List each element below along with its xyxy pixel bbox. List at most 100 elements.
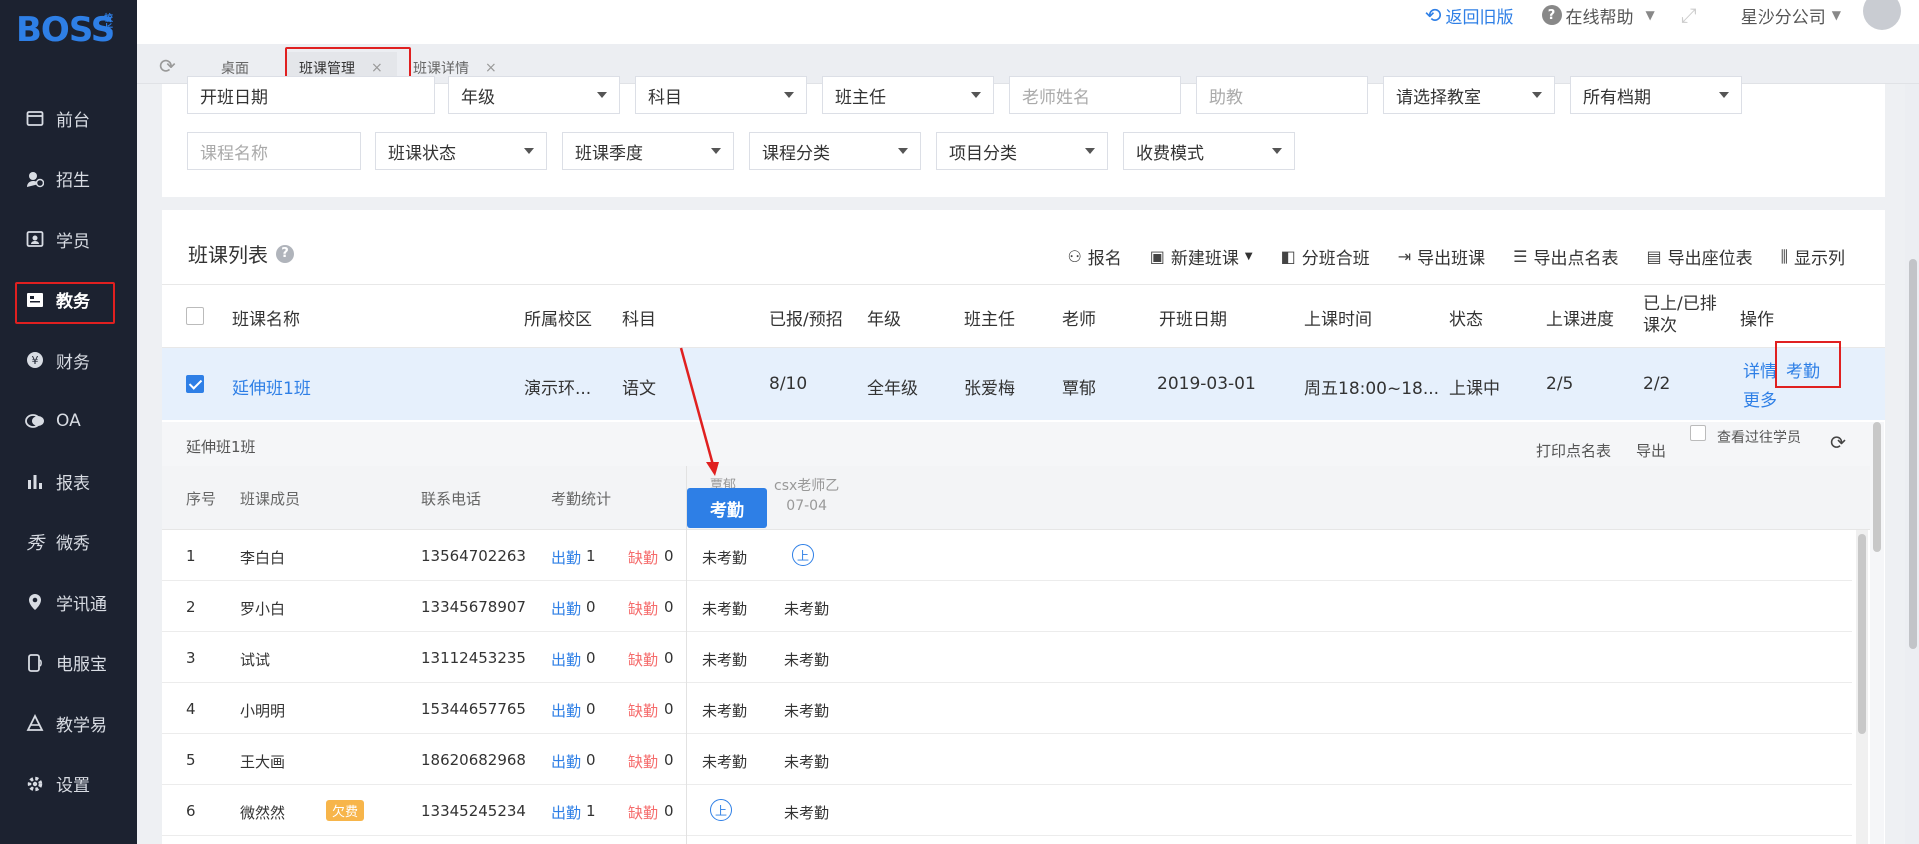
sidebar-item-front-desk[interactable]: 前台 bbox=[0, 88, 137, 149]
grade-select[interactable]: 年级 bbox=[448, 76, 620, 114]
action-label: 导出班课 bbox=[1417, 249, 1486, 269]
attendance-cell-2[interactable]: 上 bbox=[792, 544, 814, 566]
class-season-select[interactable]: 班课季度 bbox=[562, 132, 734, 170]
attendance-cell-1[interactable]: 未考勤 bbox=[702, 598, 747, 619]
table-row[interactable]: 延伸班1班 演示环... 语文 8/10 全年级 张爱梅 覃郁 2019-03-… bbox=[162, 341, 1885, 420]
attendance-cell-1[interactable]: 未考勤 bbox=[702, 751, 747, 772]
page-scrollbar[interactable] bbox=[1905, 84, 1919, 844]
fullscreen-icon[interactable]: ⤢ bbox=[1681, 3, 1697, 27]
table-row[interactable]: 4 小明明 15344657765 出勤 0 缺勤 0 未考勤 未考勤 bbox=[162, 683, 1852, 734]
scrollbar-thumb[interactable] bbox=[1873, 422, 1881, 552]
cell-phone: 13564702263 bbox=[421, 547, 526, 565]
online-help-dropdown[interactable]: ? 在线帮助 ▼ bbox=[1541, 3, 1655, 28]
detail-scrollbar[interactable] bbox=[1856, 530, 1868, 844]
table-row[interactable]: 2 罗小白 13345678907 出勤 0 缺勤 0 未考勤 未考勤 bbox=[162, 581, 1852, 632]
attendance-cell-2[interactable]: 未考勤 bbox=[784, 802, 829, 823]
sidebar-item-finance[interactable]: ¥ 财务 bbox=[0, 330, 137, 391]
sidebar-item-jiaoxueyi[interactable]: 教学易 bbox=[0, 693, 137, 754]
fee-mode-select[interactable]: 收费模式 bbox=[1123, 132, 1295, 170]
sidebar-item-settings[interactable]: 设置 bbox=[0, 754, 137, 815]
class-name-link[interactable]: 延伸班1班 bbox=[232, 374, 311, 399]
attendance-button[interactable]: 考勤 bbox=[687, 488, 767, 528]
new-class-button[interactable]: ▣ 新建班课 ▼ bbox=[1150, 244, 1253, 269]
attendance-cell-1[interactable]: 未考勤 bbox=[702, 547, 747, 568]
attendance-cell-1[interactable]: 未考勤 bbox=[702, 649, 747, 670]
sidebar-item-reports[interactable]: 报表 bbox=[0, 451, 137, 512]
sidebar-item-label: 报表 bbox=[56, 473, 90, 494]
help-icon[interactable]: ? bbox=[276, 244, 294, 263]
detail-link[interactable]: 详情 bbox=[1743, 357, 1777, 382]
back-label: 返回旧版 bbox=[1445, 7, 1514, 28]
caret-down-icon bbox=[1532, 92, 1542, 98]
head-teacher-select[interactable]: 班主任 bbox=[822, 76, 994, 114]
sidebar-item-dianfubao[interactable]: 电服宝 bbox=[0, 633, 137, 694]
assistant-input[interactable]: 助教 bbox=[1196, 76, 1368, 114]
start-date-filter[interactable]: 开班日期 bbox=[187, 76, 435, 114]
cell-head-teacher: 张爱梅 bbox=[964, 379, 1015, 399]
company-dropdown[interactable]: 星沙分公司 ▼ bbox=[1741, 3, 1841, 28]
subject-select[interactable]: 科目 bbox=[635, 76, 807, 114]
class-status-select[interactable]: 班课状态 bbox=[375, 132, 547, 170]
action-label: 新建班课 bbox=[1170, 249, 1239, 269]
table-row[interactable]: 6 微然然 欠费 13345245234 出勤 1 缺勤 0 上 未考勤 bbox=[162, 785, 1852, 836]
attendance-cell-2[interactable]: 未考勤 bbox=[784, 751, 829, 772]
cell-member-name: 小明明 bbox=[240, 702, 286, 720]
export-button[interactable]: 导出 bbox=[1636, 440, 1666, 461]
cell-phone: 13345245234 bbox=[421, 802, 526, 820]
sidebar-item-enroll[interactable]: 招生 bbox=[0, 149, 137, 210]
attendance-cell-2[interactable]: 未考勤 bbox=[784, 649, 829, 670]
owe-badge: 欠费 bbox=[326, 800, 365, 821]
export-class-button[interactable]: ⇥ 导出班课 bbox=[1398, 244, 1485, 269]
teacher-name-input[interactable]: 老师姓名 bbox=[1009, 76, 1181, 114]
help-icon: ? bbox=[1541, 5, 1562, 25]
sidebar-item-students[interactable]: 学员 bbox=[0, 209, 137, 270]
refresh-icon[interactable]: ⟳ bbox=[1830, 432, 1846, 454]
more-link[interactable]: 更多 bbox=[1743, 386, 1777, 411]
print-roll-button[interactable]: 打印点名表 bbox=[1536, 440, 1611, 461]
back-old-version-link[interactable]: ⟲ 返回旧版 bbox=[1425, 3, 1514, 28]
filter-placeholder: 课程名称 bbox=[200, 143, 268, 164]
panel-title: 班课列表 ? bbox=[188, 239, 294, 268]
detail-outer-scrollbar[interactable] bbox=[1870, 422, 1884, 844]
export-roll-button[interactable]: ☰ 导出点名表 bbox=[1513, 244, 1618, 269]
xiu-icon: 秀 bbox=[26, 532, 44, 554]
cell-start-date: 2019-03-01 bbox=[1157, 374, 1256, 394]
sidebar-item-xuexuntong[interactable]: 学讯通 bbox=[0, 572, 137, 633]
classroom-select[interactable]: 请选择教室 bbox=[1383, 76, 1555, 114]
table-row[interactable]: 5 王大画 18620682968 出勤 0 缺勤 0 未考勤 未考勤 bbox=[162, 734, 1852, 785]
scrollbar-thumb[interactable] bbox=[1909, 259, 1917, 649]
course-name-input[interactable]: 课程名称 bbox=[187, 132, 361, 170]
scrollbar-thumb[interactable] bbox=[1858, 534, 1866, 734]
refresh-icon[interactable]: ⟳ bbox=[159, 54, 176, 78]
sidebar-item-label: OA bbox=[56, 410, 81, 431]
sidebar-item-weixiu[interactable]: 秀 微秀 bbox=[0, 512, 137, 573]
split-merge-button[interactable]: ◧ 分班合班 bbox=[1281, 244, 1370, 269]
sidebar-item-oa[interactable]: OA bbox=[0, 391, 137, 452]
col-header: 老师 bbox=[1062, 310, 1096, 330]
close-icon[interactable]: × bbox=[485, 60, 497, 76]
history-checkbox[interactable] bbox=[1690, 425, 1706, 441]
table-row[interactable]: 1 李白白 13564702263 出勤 1 缺勤 0 未考勤上 bbox=[162, 530, 1852, 581]
course-category-select[interactable]: 课程分类 bbox=[749, 132, 921, 170]
display-columns-button[interactable]: ⫼ 显示列 bbox=[1781, 244, 1845, 270]
select-all-checkbox[interactable] bbox=[186, 307, 204, 325]
close-icon[interactable]: × bbox=[371, 60, 383, 76]
attendance-cell-1[interactable]: 未考勤 bbox=[702, 700, 747, 721]
sidebar-item-academic[interactable]: 教务 bbox=[0, 270, 137, 331]
table-row[interactable]: 3 试试 13112453235 出勤 0 缺勤 0 未考勤 未考勤 bbox=[162, 632, 1852, 683]
chevron-down-icon: ▼ bbox=[1645, 8, 1655, 22]
avatar[interactable] bbox=[1863, 0, 1901, 30]
col-header: 操作 bbox=[1740, 310, 1774, 330]
schedule-select[interactable]: 所有档期 bbox=[1570, 76, 1742, 114]
attendance-cell-2[interactable]: 未考勤 bbox=[784, 700, 829, 721]
gear-icon bbox=[24, 773, 46, 795]
project-category-select[interactable]: 项目分类 bbox=[936, 132, 1108, 170]
enroll-button[interactable]: ⚇ 报名 bbox=[1067, 244, 1121, 269]
row-checkbox[interactable] bbox=[186, 375, 204, 393]
attendance-cell-2[interactable]: 未考勤 bbox=[784, 598, 829, 619]
sidebar: BOSS 校长 前台 招生 学员 教务 ¥ 财务 OA 报表 秀 微秀 学讯通 … bbox=[0, 0, 137, 844]
export-seat-button[interactable]: ▤ 导出座位表 bbox=[1647, 244, 1753, 269]
caret-down-icon bbox=[524, 148, 534, 154]
detail-header: 延伸班1班 打印点名表 导出 查看过往学员 ⟳ bbox=[162, 422, 1872, 466]
attendance-cell-1[interactable]: 上 bbox=[710, 799, 732, 821]
